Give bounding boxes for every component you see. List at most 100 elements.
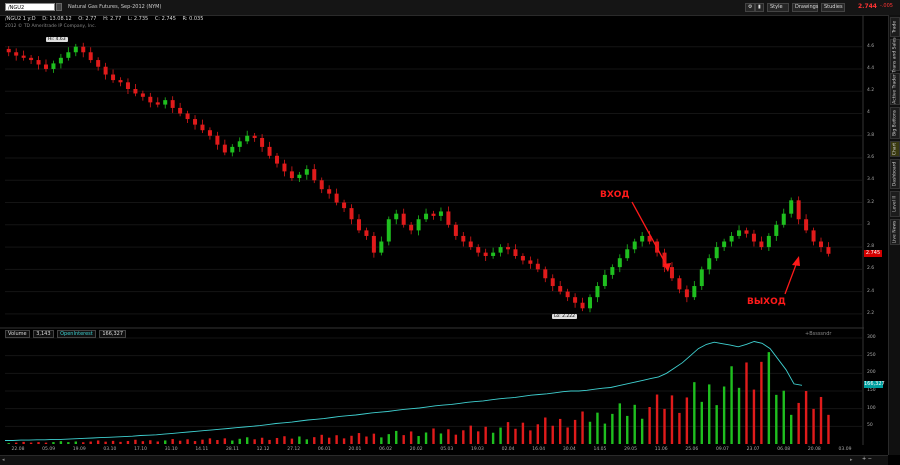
- candle-body: [476, 247, 481, 253]
- date-tick-label: 19.09: [72, 447, 86, 452]
- candle-body: [759, 241, 764, 248]
- scroll-left-icon[interactable]: ◂: [2, 457, 5, 463]
- volume-bar: [104, 441, 107, 444]
- volume-tick-label: 300: [867, 335, 876, 340]
- volume-bar: [238, 438, 241, 444]
- volume-bar: [529, 430, 532, 444]
- volume-bar: [7, 443, 10, 444]
- candle-body: [237, 141, 242, 147]
- candle-body: [640, 235, 645, 242]
- candle-body: [66, 52, 71, 58]
- date-tick-label: 30.04: [562, 447, 576, 452]
- volume-bar: [573, 419, 577, 444]
- candle-body: [96, 60, 101, 67]
- date-tick-label: 28.11: [225, 447, 239, 452]
- volume-tick-label: 100: [867, 405, 876, 411]
- price-chart[interactable]: [0, 0, 864, 445]
- zoom-control[interactable]: + −: [862, 456, 872, 462]
- candle-body: [804, 219, 809, 231]
- volume-bar: [327, 437, 331, 444]
- volume-bar: [477, 431, 480, 444]
- candle-body: [193, 119, 198, 125]
- candle-body: [334, 193, 339, 203]
- candle-body: [826, 247, 831, 254]
- side-tab-chart[interactable]: Chart: [890, 141, 900, 157]
- volume-bar: [149, 440, 152, 444]
- candle-body: [774, 224, 779, 236]
- candle-body: [461, 235, 466, 242]
- candle-body: [111, 74, 116, 81]
- volume-bar: [499, 427, 502, 444]
- scroll-right-icon[interactable]: ▸: [850, 457, 853, 463]
- date-tick-label: 11.06: [654, 447, 668, 452]
- side-tab-label: Active Trader: [892, 74, 898, 104]
- volume-bar: [96, 440, 100, 444]
- side-tab-big-buttons[interactable]: Big Buttons: [890, 107, 900, 139]
- candle-body: [438, 211, 443, 216]
- volume-bar: [566, 427, 569, 444]
- volume-bar: [596, 412, 599, 444]
- volume-bar: [708, 384, 711, 444]
- candle-body: [140, 93, 145, 97]
- price-tick-label: 2.8: [867, 244, 875, 250]
- volume-bar: [797, 402, 800, 444]
- volume-bar: [432, 428, 435, 444]
- side-tab-trans-and-sales[interactable]: Trans and Sales: [890, 37, 900, 73]
- candle-body: [133, 89, 138, 94]
- price-tick-label: 2.4: [867, 288, 875, 294]
- candle-body: [178, 107, 183, 114]
- date-tick-label: 14.11: [195, 447, 209, 452]
- candle-body: [796, 200, 801, 220]
- candle-body: [36, 60, 41, 65]
- candle-body: [602, 274, 607, 287]
- candle-body: [729, 235, 734, 242]
- candle-body: [327, 189, 332, 194]
- candle-body: [558, 286, 563, 292]
- candle-body: [200, 124, 205, 131]
- volume-bar: [417, 436, 420, 444]
- volume-bar: [14, 442, 18, 444]
- side-tab-level-ii[interactable]: Level II: [890, 191, 900, 217]
- candle-body: [506, 247, 511, 250]
- side-tab-active-trader[interactable]: Active Trader: [890, 73, 900, 105]
- volume-bar: [141, 441, 145, 444]
- last-price-tag: 2.745: [864, 250, 882, 257]
- volume-bar: [760, 361, 763, 444]
- candle-body: [43, 64, 48, 69]
- volume-bar: [521, 422, 525, 444]
- volume-bar: [469, 425, 472, 444]
- volume-bar: [22, 441, 25, 444]
- volume-bar: [253, 439, 256, 444]
- side-tab-trade[interactable]: Trade: [890, 17, 900, 37]
- volume-bar: [782, 390, 785, 444]
- price-tick-label: 2.6: [867, 266, 875, 272]
- volume-tick-label: 50: [867, 423, 873, 429]
- candle-body: [356, 219, 361, 231]
- volume-bar: [290, 438, 294, 444]
- side-tab-dashboard[interactable]: Dashboard: [890, 159, 900, 189]
- candle-body: [535, 263, 540, 270]
- side-tab-live-news[interactable]: Live News: [890, 219, 900, 245]
- entry-annotation: ВХОД: [600, 190, 630, 200]
- volume-bar: [201, 439, 204, 444]
- volume-bar: [223, 438, 227, 444]
- date-tick-label: 29.05: [624, 447, 638, 452]
- oi-value: 166,327: [99, 330, 127, 338]
- volume-bar: [633, 404, 636, 444]
- candle-body: [714, 247, 719, 259]
- volume-bar: [171, 439, 174, 444]
- candle-body: [483, 252, 488, 256]
- volume-bar: [29, 442, 33, 444]
- side-tab-label: Big Buttons: [892, 109, 898, 137]
- price-tick-label: 4: [867, 110, 870, 116]
- volume-bar: [626, 415, 629, 444]
- volume-bar: [37, 442, 40, 444]
- volume-bar: [275, 437, 279, 444]
- date-tick-label: 27.12: [287, 447, 301, 452]
- study-label[interactable]: +Bssssndr: [805, 331, 831, 337]
- candle-body: [513, 249, 518, 256]
- volume-tick-label: 250: [867, 352, 876, 358]
- volume-bar: [216, 440, 219, 444]
- candle-body: [707, 258, 712, 270]
- date-tick-label: 23.07: [746, 447, 760, 452]
